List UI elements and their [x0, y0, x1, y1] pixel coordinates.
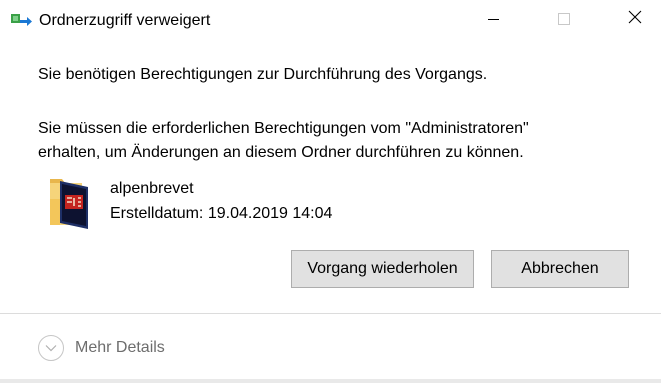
maximize-icon: [558, 13, 570, 25]
folder-access-denied-dialog: Ordnerzugriff verweigert Sie benötigen B…: [0, 0, 661, 383]
bottom-edge: [0, 379, 661, 383]
folder-name: alpenbrevet: [110, 180, 194, 197]
more-details-toggle[interactable]: Mehr Details: [38, 333, 165, 363]
cancel-button[interactable]: Abbrechen: [491, 250, 629, 288]
footer-divider: [0, 313, 661, 314]
window-title: Ordnerzugriff verweigert: [39, 12, 211, 29]
permission-message: Sie benötigen Berechtigungen zur Durchfü…: [38, 66, 488, 83]
permission-detail-line-1: Sie müssen die erforderlichen Berechtigu…: [38, 120, 529, 137]
more-details-label: Mehr Details: [75, 339, 165, 356]
minimize-button[interactable]: [470, 0, 516, 38]
chevron-down-icon: [38, 335, 64, 361]
retry-button[interactable]: Vorgang wiederholen: [291, 250, 474, 288]
folder-created-date: Erstelldatum: 19.04.2019 14:04: [110, 203, 332, 225]
created-date-value: 19.04.2019 14:04: [207, 205, 333, 222]
title-bar[interactable]: Ordnerzugriff verweigert: [0, 0, 661, 40]
minimize-icon: [487, 18, 499, 20]
folder-icon: [48, 173, 94, 229]
maximize-button: [541, 0, 587, 38]
close-icon: [628, 10, 642, 29]
permission-detail-line-2: erhalten, um Änderungen an diesem Ordner…: [38, 144, 524, 161]
close-button[interactable]: [612, 0, 658, 38]
permission-detail-message: Sie müssen die erforderlichen Berechtigu…: [38, 117, 638, 165]
created-date-label: Erstelldatum:: [110, 205, 204, 222]
folder-access-arrow-icon: [11, 12, 33, 28]
